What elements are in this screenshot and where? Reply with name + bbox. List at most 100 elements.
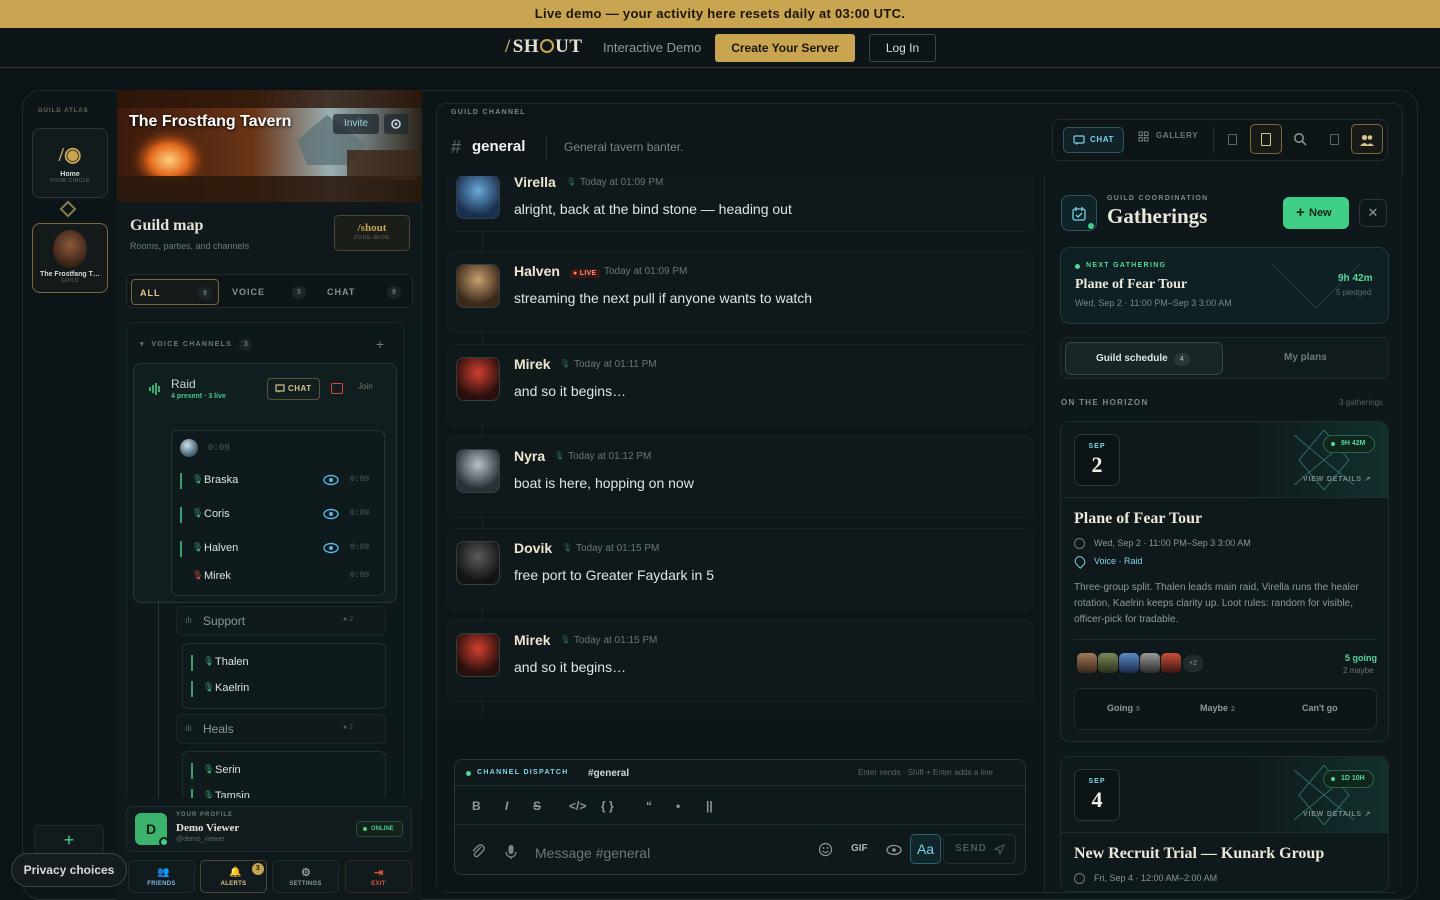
threads-button[interactable] [1250, 124, 1282, 154]
nav-friends-button[interactable]: 👥 FRIENDS [128, 860, 195, 893]
voice-channel-heals[interactable]: ılı Heals ● 2 [176, 714, 386, 744]
heals-channel-name: Heals [203, 722, 234, 736]
text-format-button[interactable]: Aa [910, 834, 941, 864]
codeblock-button[interactable]: { } [601, 799, 614, 813]
gif-button[interactable]: GIF [851, 843, 868, 854]
attach-button[interactable] [470, 843, 486, 859]
send-button[interactable]: SEND [943, 834, 1016, 864]
rsvp-going-button[interactable]: Going 5 [1107, 703, 1140, 713]
gear-icon: ⚙ [301, 867, 312, 879]
tab-chat-label: CHAT [1090, 135, 1115, 144]
avatar[interactable] [456, 264, 500, 308]
rsvp-maybe-button[interactable]: Maybe 2 [1200, 703, 1235, 713]
strike-button[interactable]: S [533, 799, 541, 813]
avatar[interactable] [456, 449, 500, 493]
avatar[interactable] [456, 357, 500, 401]
mic-icon: 🎙 [203, 656, 215, 666]
event-description: Three-group split. Thalen leads main rai… [1074, 582, 1359, 625]
message-author[interactable]: Nyra [514, 448, 545, 464]
event-divider [1074, 639, 1377, 640]
tab-guild-schedule[interactable]: Guild schedule 4 [1065, 342, 1223, 375]
heals-member-serin[interactable]: 🎙 Serin [191, 760, 385, 782]
status-badge[interactable]: ONLINE [356, 821, 403, 837]
invite-button[interactable]: Invite [333, 114, 379, 134]
message-author[interactable]: Virella [514, 176, 556, 190]
view-details-link[interactable]: VIEW DETAILS ↗ [1303, 810, 1371, 818]
message-item[interactable]: Dovik 🎙 Today at 01:15 PM free port to Grea… [447, 528, 1034, 610]
raid-member-halven[interactable]: 🎙 Halven 0:09 [180, 538, 380, 560]
rsvp-cant-go-button[interactable]: Can't go [1302, 703, 1338, 713]
rail-home[interactable]: /◉ Home YOUR CIRCLE [32, 128, 108, 198]
message-item[interactable]: Mirek 🎙 Today at 01:15 PM and so it begins… [447, 620, 1034, 702]
shout-logo[interactable]: / SH UT [505, 36, 583, 58]
bold-button[interactable]: B [472, 799, 481, 813]
privacy-choices-button[interactable]: Privacy choices [11, 853, 127, 887]
close-panel-button[interactable]: ✕ [1359, 199, 1387, 227]
raid-channel-presence: 4 present · 3 live [171, 393, 226, 400]
add-voice-channel-button[interactable]: + [376, 336, 384, 352]
event-card[interactable]: SEP 4 1D 10H VIEW DETAILS ↗ New Recruit T… [1060, 756, 1389, 892]
italic-button[interactable]: I [505, 799, 508, 813]
message-timestamp: Today at 01:09 PM [604, 266, 688, 277]
mic-icon: 🎙 [203, 764, 215, 774]
raid-member-mirek[interactable]: 🎙 Mirek 0:09 [180, 566, 380, 588]
spoiler-button[interactable]: || [706, 799, 713, 813]
quote-button[interactable]: “ [646, 799, 652, 813]
message-text: and so it begins… [514, 659, 627, 675]
emoji-button[interactable] [818, 842, 833, 857]
pin-button[interactable] [1216, 124, 1248, 154]
voice-channel-support[interactable]: ılı Support ● 2 [176, 606, 386, 636]
raid-member-coris[interactable]: 🎙 Coris 0:09 [180, 504, 380, 526]
stream-icon[interactable] [331, 383, 343, 394]
search-button[interactable] [1284, 124, 1316, 154]
message-item[interactable]: Nyra 🎙 Today at 01:12 PM boat is here, hopp… [447, 436, 1034, 518]
filter-tab-all[interactable]: ALL 9 [131, 279, 219, 305]
tab-my-plans[interactable]: My plans [1284, 352, 1327, 363]
support-member-kaelrin[interactable]: 🎙 Kaelrin [191, 678, 391, 700]
message-author[interactable]: Mirek [514, 632, 551, 648]
list-button[interactable]: • [676, 799, 680, 813]
voice-channels-header[interactable]: ▾ VOICE CHANNELS 3 [140, 339, 253, 351]
message-author[interactable]: Halven [514, 263, 560, 279]
rail-add-server-button[interactable]: + [34, 825, 104, 855]
event-month: SEP [1088, 778, 1106, 785]
new-gathering-button[interactable]: + New [1283, 197, 1349, 229]
login-button[interactable]: Log In [869, 34, 936, 62]
tab-gallery[interactable]: GALLERY [1136, 131, 1198, 142]
channel-type-label: GUILD CHANNEL [451, 109, 526, 116]
message-author[interactable]: Dovik [514, 540, 552, 556]
nav-settings-button[interactable]: ⚙ SETTINGS [272, 860, 339, 893]
guild-settings-button[interactable] [384, 114, 408, 134]
message-author[interactable]: Mirek [514, 356, 551, 372]
mic-icon: 🎙 [203, 682, 215, 692]
nav-alerts-button[interactable]: 🔔 3 ALERTS [200, 860, 267, 893]
filter-tab-voice[interactable]: VOICE 5 [224, 279, 312, 305]
raid-member-braska[interactable]: 🎙 Braska 0:09 [180, 470, 380, 492]
nav-exit-button[interactable]: ⇥ EXIT [345, 860, 412, 893]
zone-shout-button[interactable]: /shout ZONE-WIDE [334, 215, 410, 251]
support-member-thalen[interactable]: 🎙 Thalen [191, 652, 391, 674]
filter-tab-chat[interactable]: CHAT 9 [319, 279, 407, 305]
raid-join-button[interactable]: Join [358, 382, 373, 391]
attendee-avatars[interactable]: +2 [1074, 650, 1224, 676]
view-details-link[interactable]: VIEW DETAILS ↗ [1303, 475, 1371, 483]
message-item[interactable]: Halven ● LIVE Today at 01:09 PM streaming t… [447, 251, 1034, 333]
message-text: alright, back at the bind stone — headin… [514, 201, 792, 217]
create-server-button[interactable]: Create Your Server [715, 34, 855, 62]
message-input[interactable]: Message #general [535, 845, 650, 861]
raid-chat-label: CHAT [288, 384, 312, 393]
rail-guild-frostfang[interactable]: The Frostfang T… GUILD [32, 223, 108, 293]
member-time: 0:09 [350, 571, 370, 580]
raid-chat-button[interactable]: CHAT [267, 378, 320, 400]
voice-message-button[interactable] [504, 844, 518, 860]
members-button[interactable] [1351, 124, 1383, 154]
tab-chat[interactable]: CHAT [1063, 127, 1124, 153]
code-button[interactable]: </> [569, 799, 586, 813]
event-card[interactable]: SEP 2 9H 42M VIEW DETAILS ↗ Plane of Fear… [1060, 421, 1389, 742]
avatar[interactable] [456, 176, 500, 219]
inbox-button[interactable] [1318, 124, 1350, 154]
message-item[interactable]: Mirek 🎙 Today at 01:11 PM and so it begins… [447, 344, 1034, 426]
avatar[interactable] [456, 541, 500, 585]
preview-button[interactable] [886, 844, 902, 856]
avatar[interactable] [456, 633, 500, 677]
